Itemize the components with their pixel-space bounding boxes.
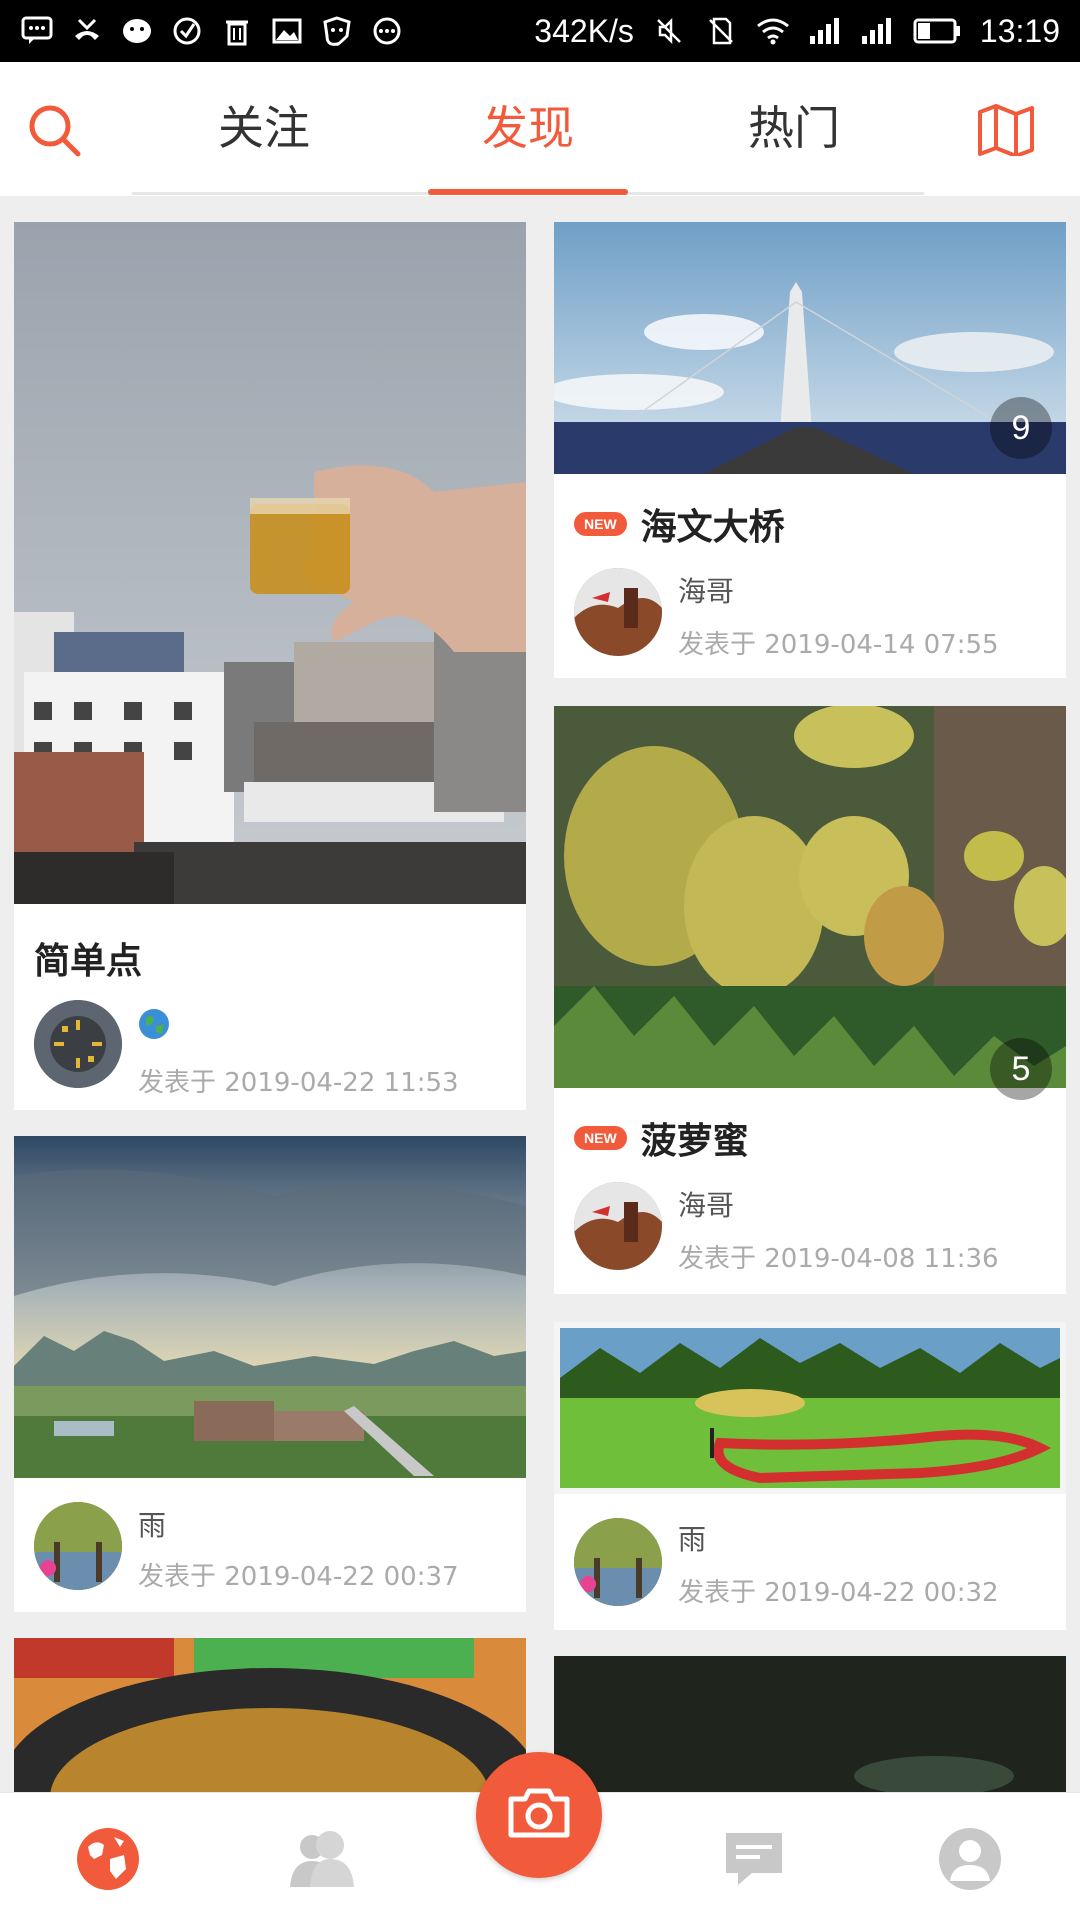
- avatar[interactable]: [34, 1502, 122, 1590]
- post-title: NEW 菠萝蜜: [574, 1112, 749, 1164]
- post-date: 发表于 2019-04-14 07:55: [678, 630, 999, 660]
- avatar[interactable]: [574, 568, 662, 656]
- post-title: 简单点: [34, 941, 143, 982]
- missed-call-icon: [70, 14, 104, 48]
- active-tab-indicator: [428, 189, 628, 195]
- post-author[interactable]: 雨: [138, 1504, 166, 1544]
- post-card[interactable]: 9 NEW 海文大桥 海哥 发表于 2019-04-14 07:55: [554, 222, 1066, 678]
- post-card[interactable]: 雨 发表于 2019-04-22 00:37: [14, 1136, 526, 1612]
- post-title-text: 菠萝蜜: [640, 1121, 749, 1162]
- post-author[interactable]: 海哥: [678, 1184, 734, 1224]
- post-card[interactable]: [554, 1656, 1066, 1792]
- battery-icon: [912, 14, 962, 48]
- post-photo: [14, 1136, 526, 1478]
- post-date: 发表于 2019-04-22 00:37: [138, 1562, 459, 1592]
- top-navigation: 关注 发现 热门: [0, 62, 1080, 196]
- check-icon: [170, 14, 204, 48]
- post-photo: [554, 1656, 1066, 1792]
- camera-button[interactable]: [476, 1752, 602, 1878]
- post-photo: [554, 222, 1066, 474]
- no-sim-icon: [704, 14, 738, 48]
- new-badge: NEW: [574, 512, 627, 536]
- avatar[interactable]: [574, 1182, 662, 1270]
- post-card[interactable]: 简单点 发表于 2019-04-22 11:53: [14, 222, 526, 1110]
- camera-icon: [507, 1787, 571, 1843]
- post-card[interactable]: [14, 1638, 526, 1792]
- post-date: 发表于 2019-04-22 11:53: [138, 1068, 459, 1098]
- post-photo: [14, 222, 526, 904]
- post-author[interactable]: 雨: [678, 1518, 706, 1558]
- post-photo: [14, 1638, 526, 1792]
- clock: 13:19: [979, 12, 1060, 49]
- messages-icon[interactable]: [718, 1823, 790, 1895]
- avatar[interactable]: [34, 1000, 122, 1088]
- post-date: 发表于 2019-04-22 00:32: [678, 1578, 999, 1608]
- post-card[interactable]: 5 NEW 菠萝蜜 海哥 发表于 2019-04-08 11:36: [554, 706, 1066, 1294]
- avatar[interactable]: [574, 1518, 662, 1606]
- map-icon[interactable]: [974, 98, 1038, 162]
- message-icon: [20, 14, 54, 48]
- shield-icon: [320, 14, 354, 48]
- profile-icon[interactable]: [934, 1823, 1006, 1895]
- globe-icon: [138, 1008, 170, 1040]
- wifi-icon: [756, 14, 790, 48]
- tab-hot[interactable]: 热门: [694, 90, 894, 160]
- friends-icon[interactable]: [286, 1823, 358, 1895]
- mute-icon: [652, 14, 686, 48]
- new-badge: NEW: [574, 1126, 627, 1150]
- post-card[interactable]: 雨 发表于 2019-04-22 00:32: [554, 1322, 1066, 1630]
- search-icon[interactable]: [22, 98, 86, 162]
- status-bar: 342K/s 13:19: [0, 0, 1080, 62]
- trash-icon: [220, 14, 254, 48]
- tab-follow[interactable]: 关注: [164, 90, 364, 160]
- image-icon: [270, 14, 304, 48]
- more-icon: [370, 14, 404, 48]
- post-title-text: 海文大桥: [640, 507, 785, 548]
- tab-discover[interactable]: 发现: [428, 90, 628, 160]
- post-photo: [554, 1322, 1066, 1494]
- discover-globe-icon[interactable]: [72, 1823, 144, 1895]
- signal-icon: [808, 14, 842, 48]
- post-title: NEW 海文大桥: [574, 498, 785, 550]
- wechat-icon: [120, 14, 154, 48]
- photo-count: 9: [990, 397, 1052, 459]
- photo-count: 5: [990, 1038, 1052, 1100]
- network-speed: 342K/s: [534, 12, 634, 49]
- signal-icon: [860, 14, 894, 48]
- post-author[interactable]: 海哥: [678, 570, 734, 610]
- post-date: 发表于 2019-04-08 11:36: [678, 1244, 999, 1274]
- post-photo: [554, 706, 1066, 1088]
